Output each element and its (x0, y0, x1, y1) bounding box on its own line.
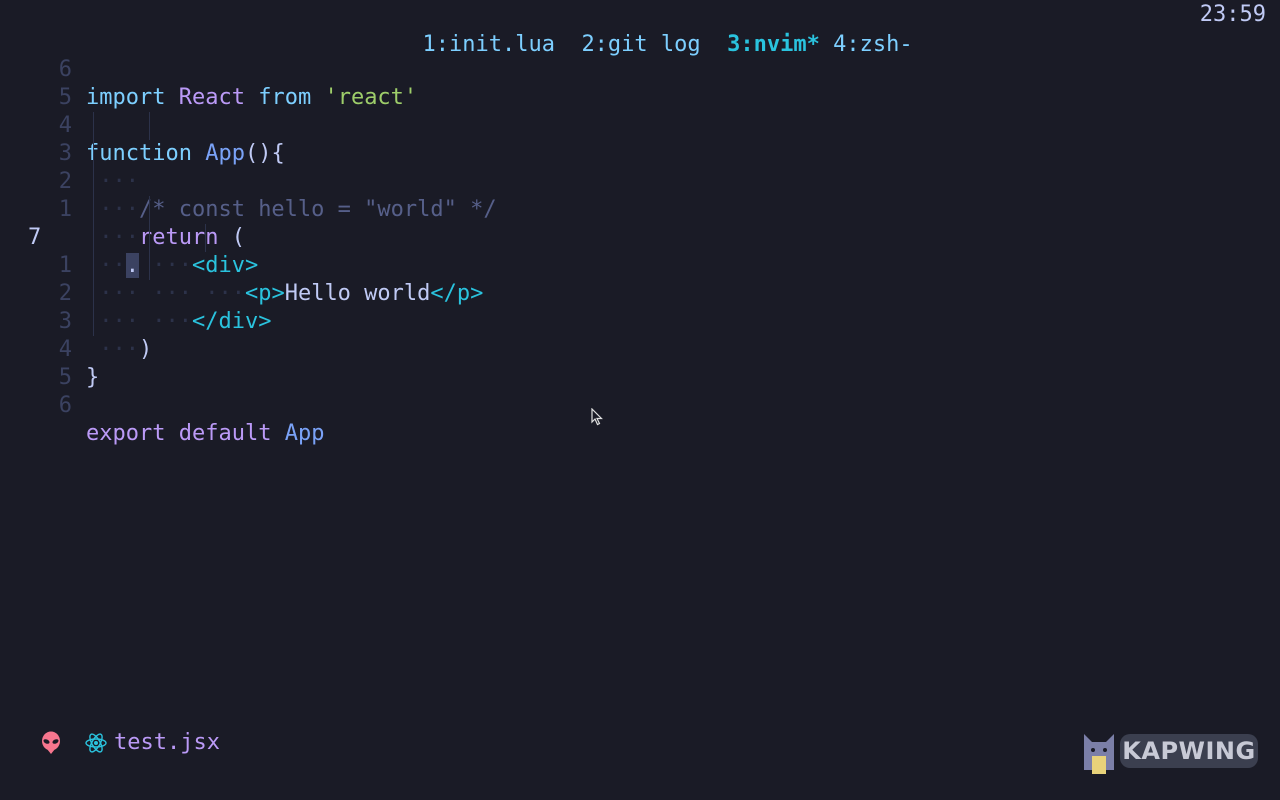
kapwing-watermark: KAPWING (1080, 728, 1260, 774)
alien-icon (42, 731, 60, 754)
code-line-current[interactable]: 7 ··. ···<div> (0, 196, 1280, 278)
code-line[interactable]: 2 ···/* const hello = "world" */ (0, 140, 1280, 222)
code-line[interactable]: 5 (0, 56, 1280, 110)
code-line[interactable]: 1 ···return ( (0, 168, 1280, 250)
kapwing-label: KAPWING (1120, 734, 1258, 768)
code-line[interactable]: 6 export default App (0, 364, 1280, 446)
code-text[interactable]: export default App (86, 420, 324, 448)
clock: 23:59 (1199, 2, 1266, 27)
kapwing-cat-logo (1084, 734, 1114, 774)
code-line[interactable]: 3 ···) (0, 280, 1280, 362)
code-line[interactable]: 3 ··· (0, 112, 1280, 194)
code-line[interactable]: 6 import React from 'react' (0, 28, 1280, 110)
indent-guide (205, 224, 206, 252)
code-editor[interactable]: 6 import React from 'react' 5 4 function… (0, 28, 1280, 446)
terminal-window: 1:init.lua 2:git log 3:nvim* 4:zsh- 23:5… (0, 0, 1280, 800)
code-line[interactable]: 4 } (0, 308, 1280, 390)
mouse-pointer-icon (591, 408, 603, 426)
line-number: 6 (58, 393, 72, 418)
code-line[interactable]: 5 (0, 336, 1280, 390)
code-line[interactable]: 1 ··· ··· ···<p>Hello world</p> (0, 224, 1280, 306)
indent-guide (149, 112, 150, 140)
file-name: test.jsx (114, 730, 220, 755)
indent-guide (149, 196, 150, 280)
tmux-status-bar: 1:init.lua 2:git log 3:nvim* 4:zsh- 23:5… (0, 0, 1280, 57)
react-icon (85, 733, 107, 753)
indent-guide (93, 112, 94, 336)
code-line[interactable]: 4 function App(){ (0, 84, 1280, 166)
code-line[interactable]: 2 ··· ···</div> (0, 252, 1280, 334)
